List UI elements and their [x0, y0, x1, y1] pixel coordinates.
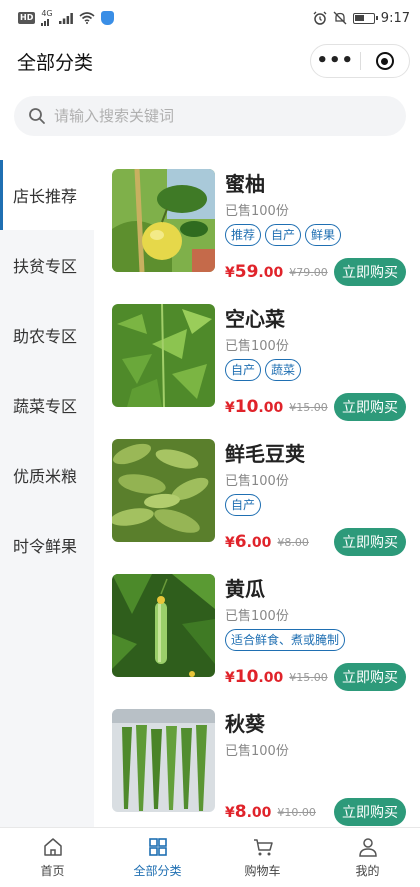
product-card[interactable]: 空心菜 已售100份 自产 蔬菜 ¥10.00 ¥15.00 立即购买 — [112, 295, 406, 430]
mute-icon — [333, 11, 347, 25]
product-card[interactable]: 鲜毛豆荚 已售100份 自产 ¥6.00 ¥8.00 立即购买 — [112, 430, 406, 565]
product-card[interactable]: 黄瓜 已售100份 适合鲜食、煮或腌制 ¥10.00 ¥15.00 立即购买 — [112, 565, 406, 700]
product-name: 黄瓜 — [225, 577, 265, 601]
sidebar-item-grains[interactable]: 优质米粮 — [0, 440, 94, 510]
product-price: ¥59.00 — [225, 262, 284, 282]
product-original-price: ¥79.00 — [289, 265, 328, 279]
buy-now-button[interactable]: 立即购买 — [334, 663, 406, 691]
product-sold-count: 已售100份 — [225, 609, 289, 624]
product-sold-count: 已售100份 — [225, 339, 289, 354]
sidebar-item-label: 优质米粮 — [13, 467, 78, 486]
product-original-price: ¥15.00 — [289, 670, 328, 684]
sidebar-item-label: 蔬菜专区 — [13, 397, 78, 416]
product-price: ¥10.00 — [225, 667, 284, 687]
product-image-water-spinach[interactable] — [112, 304, 215, 407]
product-tags: 推荐 自产 鲜果 — [225, 224, 406, 246]
product-tags: 自产 蔬菜 — [225, 359, 406, 381]
sidebar-item-label: 扶贫专区 — [13, 257, 78, 276]
product-list: 蜜柚 已售100份 推荐 自产 鲜果 ¥59.00 ¥79.00 立即购买 空心… — [94, 160, 420, 827]
product-original-price: ¥15.00 — [289, 400, 328, 414]
tab-categories[interactable]: 全部分类 — [105, 828, 210, 887]
sidebar-item-vegetables[interactable]: 蔬菜专区 — [0, 370, 94, 440]
nav-bar: 全部分类 ••• — [0, 36, 420, 86]
product-name: 空心菜 — [225, 307, 285, 331]
home-icon — [43, 838, 62, 856]
product-tag: 鲜果 — [305, 224, 342, 246]
product-sold-count: 已售100份 — [225, 474, 289, 489]
product-image-okra[interactable] — [112, 709, 215, 812]
buy-now-button[interactable]: 立即购买 — [334, 528, 406, 556]
search-bar[interactable] — [14, 96, 406, 136]
product-tag: 蔬菜 — [265, 359, 302, 381]
product-price: ¥10.00 — [225, 397, 284, 417]
product-tag: 自产 — [265, 224, 302, 246]
product-card[interactable]: 蜜柚 已售100份 推荐 自产 鲜果 ¥59.00 ¥79.00 立即购买 — [112, 160, 406, 295]
product-tags — [225, 764, 406, 786]
tab-label: 全部分类 — [133, 864, 182, 878]
more-menu-icon[interactable]: ••• — [311, 44, 360, 78]
shield-icon — [100, 11, 114, 25]
sidebar-item-recommend[interactable]: 店长推荐 — [0, 160, 94, 230]
tab-label: 首页 — [40, 864, 65, 878]
hd-badge: HD — [18, 12, 36, 24]
product-sold-count: 已售100份 — [225, 744, 289, 759]
user-icon — [358, 838, 377, 857]
product-tag: 适合鲜食、煮或腌制 — [225, 629, 346, 651]
status-bar: HD 4G 9:17 — [0, 0, 420, 36]
tab-label: 购物车 — [244, 864, 281, 878]
alarm-icon — [313, 11, 327, 25]
product-price: ¥6.00 — [225, 532, 272, 552]
product-tag: 推荐 — [225, 224, 262, 246]
product-name: 鲜毛豆荚 — [225, 442, 305, 466]
sidebar-item-label: 助农专区 — [13, 327, 78, 346]
product-tags: 自产 — [225, 494, 406, 516]
product-image-cucumber[interactable] — [112, 574, 215, 677]
search-icon — [29, 108, 45, 124]
product-original-price: ¥8.00 — [277, 535, 309, 549]
tab-home[interactable]: 首页 — [0, 828, 105, 887]
status-time: 9:17 — [380, 10, 410, 26]
product-name: 蜜柚 — [225, 172, 265, 196]
product-price: ¥8.00 — [225, 802, 272, 822]
buy-now-button[interactable]: 立即购买 — [334, 393, 406, 421]
sidebar-item-label: 时令鲜果 — [13, 537, 78, 556]
product-card[interactable]: 秋葵 已售100份 ¥8.00 ¥10.00 立即购买 — [112, 700, 406, 827]
miniprogram-capsule: ••• — [310, 44, 410, 78]
buy-now-button[interactable]: 立即购买 — [334, 798, 406, 826]
search-input[interactable] — [54, 107, 354, 125]
signal-icon — [58, 12, 73, 24]
product-name: 秋葵 — [225, 712, 265, 736]
product-tag: 自产 — [225, 494, 262, 516]
tab-cart[interactable]: 购物车 — [210, 828, 315, 887]
category-icon — [148, 838, 167, 856]
page-title: 全部分类 — [17, 51, 94, 74]
tab-profile[interactable]: 我的 — [315, 828, 420, 887]
product-image-edamame[interactable] — [112, 439, 215, 542]
network-indicator: 4G — [41, 10, 53, 26]
sidebar-item-poverty-relief[interactable]: 扶贫专区 — [0, 230, 94, 300]
cart-icon — [253, 839, 273, 856]
sidebar-item-seasonal-fruit[interactable]: 时令鲜果 — [0, 510, 94, 580]
battery-icon — [352, 12, 378, 24]
close-miniprogram-icon[interactable] — [361, 52, 410, 70]
bottom-tab-bar: 首页 全部分类 购物车 我的 — [0, 827, 420, 887]
sidebar-item-label: 店长推荐 — [13, 187, 78, 206]
wifi-icon — [79, 12, 95, 24]
product-tags: 适合鲜食、煮或腌制 — [225, 629, 406, 651]
sidebar-item-farm-support[interactable]: 助农专区 — [0, 300, 94, 370]
tab-label: 我的 — [355, 864, 380, 878]
buy-now-button[interactable]: 立即购买 — [334, 258, 406, 286]
product-tag: 自产 — [225, 359, 262, 381]
product-original-price: ¥10.00 — [277, 805, 316, 819]
category-sidebar: 店长推荐 扶贫专区 助农专区 蔬菜专区 优质米粮 时令鲜果 — [0, 160, 94, 827]
product-image-pomelo[interactable] — [112, 169, 215, 272]
product-sold-count: 已售100份 — [225, 204, 289, 219]
